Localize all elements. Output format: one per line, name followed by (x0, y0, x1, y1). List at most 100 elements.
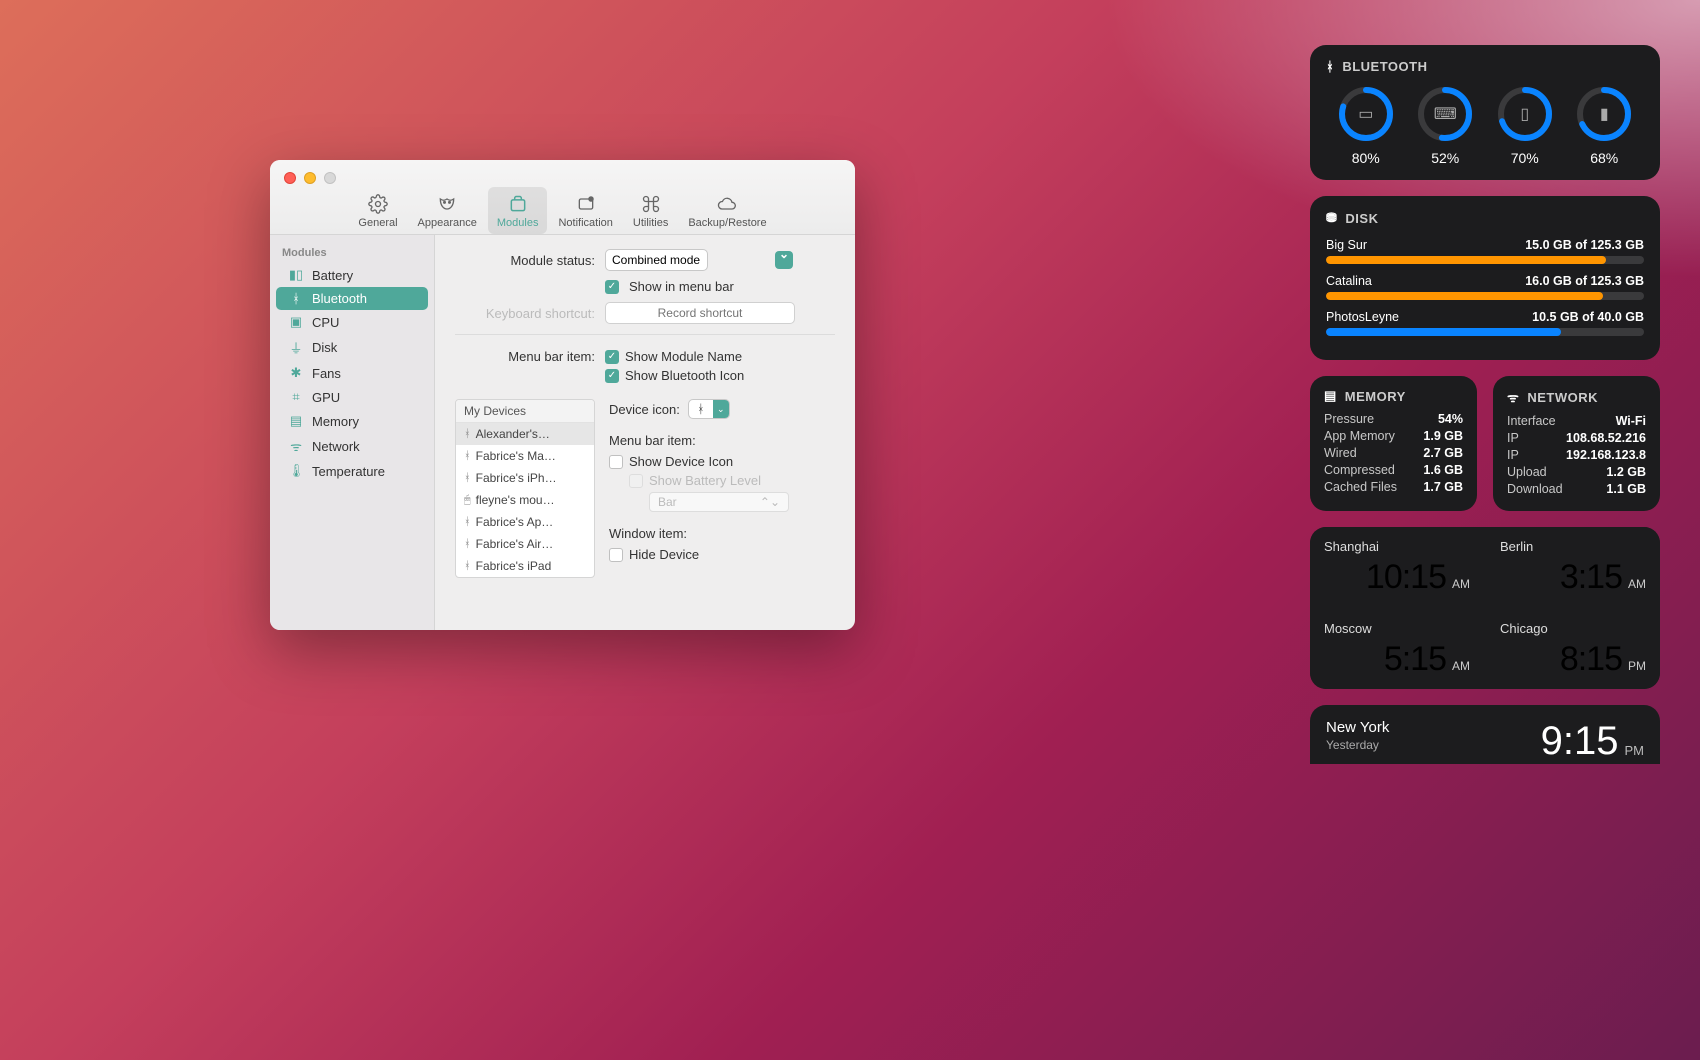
network-widget: ᯤNETWORK InterfaceWi-FiIP108.68.52.216IP… (1493, 376, 1660, 511)
clock-time: 8:15 (1560, 640, 1622, 679)
toolbar-label: Utilities (633, 217, 668, 229)
kv-row: Download1.1 GB (1507, 482, 1646, 496)
toolbar-general[interactable]: General (349, 187, 406, 234)
phone-icon: ▯ (1497, 86, 1553, 142)
chevron-updown-icon: ⌃⌄ (760, 495, 780, 509)
show-device-icon-label: Show Device Icon (629, 454, 733, 469)
world-clock-widget: Shanghai 10:15AM Berlin 3:15AM Moscow 5:… (1310, 527, 1660, 689)
show-bt-icon-label: Show Bluetooth Icon (625, 368, 744, 383)
memory-icon: ▤ (288, 413, 304, 429)
sidebar-item-temperature[interactable]: 🌡 Temperature (276, 459, 428, 483)
show-bt-icon-checkbox[interactable]: ✓ (605, 369, 619, 383)
sidebar-item-label: Network (312, 439, 360, 454)
device-list: My Devices ᚼAlexander's… ᚼFabrice's Ma… … (455, 399, 595, 578)
show-module-name-checkbox[interactable]: ✓ (605, 350, 619, 364)
device-item[interactable]: ᚼFabrice's Ap… (456, 511, 594, 533)
sidebar-item-label: Disk (312, 340, 337, 355)
mouse-small-icon: 🖱 (464, 494, 471, 507)
device-item[interactable]: ᚼFabrice's Ma… (456, 445, 594, 467)
weather-widget: New York Yesterday 9:15 PM (1310, 705, 1660, 764)
sidebar-item-battery[interactable]: ▮▯Battery (276, 263, 428, 287)
bt-percent: 68% (1590, 150, 1618, 166)
sidebar-item-cpu[interactable]: ▣CPU (276, 310, 428, 334)
clock-city: Berlin (1500, 539, 1646, 554)
toolbar-label: General (358, 217, 397, 229)
device-detail: Device icon: ᚼ ⌄ Menu bar item: Show Dev… (609, 399, 835, 578)
thermometer-icon: 🌡 (288, 463, 304, 479)
bt-device: ⌨ 52% (1417, 86, 1473, 166)
toolbar-utilities[interactable]: Utilities (624, 187, 677, 234)
sidebar-item-bluetooth[interactable]: ᚼBluetooth (276, 287, 428, 310)
clock-ampm: PM (1628, 659, 1646, 673)
module-status-select[interactable]: Combined mode (605, 249, 795, 271)
shortcut-input[interactable] (605, 302, 795, 324)
widget-title: MEMORY (1345, 389, 1406, 404)
bt-percent: 70% (1511, 150, 1539, 166)
disk-used: 15.0 GB of 125.3 GB (1525, 238, 1644, 252)
disk-used: 10.5 GB of 40.0 GB (1532, 310, 1644, 324)
device-icon-select[interactable]: ᚼ ⌄ (688, 399, 730, 419)
kv-row: Pressure54% (1324, 412, 1463, 426)
close-button[interactable] (284, 172, 296, 184)
disk-name: Big Sur (1326, 238, 1367, 252)
bluetooth-small-icon: ᚼ (689, 402, 713, 416)
show-menubar-label: Show in menu bar (629, 279, 734, 294)
device-item[interactable]: ᚼFabrice's iPh… (456, 467, 594, 489)
sidebar-item-fans[interactable]: ✱Fans (276, 361, 428, 385)
memory-icon: ▤ (1324, 388, 1337, 404)
show-menubar-checkbox[interactable]: ✓ (605, 280, 619, 294)
gear-icon (367, 193, 389, 215)
weather-temp: 9:15 (1541, 719, 1619, 764)
notification-icon (575, 193, 597, 215)
box-icon (507, 193, 529, 215)
battery-icon: ▮▯ (288, 267, 304, 283)
sidebar-item-network[interactable]: ᯤ Network (276, 433, 428, 459)
minimize-button[interactable] (304, 172, 316, 184)
toolbar-modules[interactable]: Modules (488, 187, 548, 234)
toolbar-label: Notification (558, 217, 612, 229)
weather-city: New York (1326, 719, 1389, 736)
toolbar-appearance[interactable]: Appearance (409, 187, 486, 234)
sidebar-item-gpu[interactable]: ⌗GPU (276, 385, 428, 409)
sidebar-item-disk[interactable]: ⏚Disk (276, 334, 428, 361)
battery-format-select: Bar⌃⌄ (649, 492, 789, 512)
wifi-icon: ᯤ (288, 437, 304, 455)
sidebar-item-label: GPU (312, 390, 340, 405)
device-item[interactable]: ᚼFabrice's iPad (456, 555, 594, 577)
clock-time: 3:15 (1560, 558, 1622, 597)
shortcut-row: Keyboard shortcut: (455, 302, 835, 324)
disk-name: PhotosLeyne (1326, 310, 1399, 324)
show-battery-level-label: Show Battery Level (649, 473, 761, 488)
toolbar-backup[interactable]: Backup/Restore (679, 187, 775, 234)
show-battery-level-checkbox (629, 474, 643, 488)
shortcut-label: Keyboard shortcut: (455, 306, 595, 321)
disk-row: PhotosLeyne 10.5 GB of 40.0 GB (1326, 310, 1644, 336)
zoom-button[interactable] (324, 172, 336, 184)
bluetooth-icon: ᚼ (288, 291, 304, 306)
kv-row: App Memory1.9 GB (1324, 429, 1463, 443)
sidebar-item-memory[interactable]: ▤Memory (276, 409, 428, 433)
disk-widget: ⛃ DISK Big Sur 15.0 GB of 125.3 GB Catal… (1310, 196, 1660, 360)
hide-device-checkbox[interactable] (609, 548, 623, 562)
device-list-header: My Devices (456, 400, 594, 423)
sidebar-item-label: CPU (312, 315, 339, 330)
disk-name: Catalina (1326, 274, 1372, 288)
kv-row: InterfaceWi-Fi (1507, 414, 1646, 428)
kv-row: IP108.68.52.216 (1507, 431, 1646, 445)
kv-row: IP192.168.123.8 (1507, 448, 1646, 462)
toolbar-notification[interactable]: Notification (549, 187, 621, 234)
bluetooth-small-icon: ᚼ (464, 472, 471, 484)
kv-row: Wired2.7 GB (1324, 446, 1463, 460)
device-item[interactable]: 🖱fleyne's mou… (456, 489, 594, 511)
device-item[interactable]: ᚼFabrice's Air… (456, 533, 594, 555)
kv-row: Upload1.2 GB (1507, 465, 1646, 479)
cloud-icon (716, 193, 738, 215)
widget-title: NETWORK (1527, 390, 1598, 405)
bluetooth-small-icon: ᚼ (464, 450, 471, 462)
menubar-item-label2: Menu bar item: (609, 433, 835, 448)
sidebar-item-label: Temperature (312, 464, 385, 479)
laptop-icon: ▭ (1338, 86, 1394, 142)
show-device-icon-checkbox[interactable] (609, 455, 623, 469)
widgets-column: ᚼ BLUETOOTH ▭ 80% ⌨ 52% (1310, 45, 1660, 764)
device-item[interactable]: ᚼAlexander's… (456, 423, 594, 445)
